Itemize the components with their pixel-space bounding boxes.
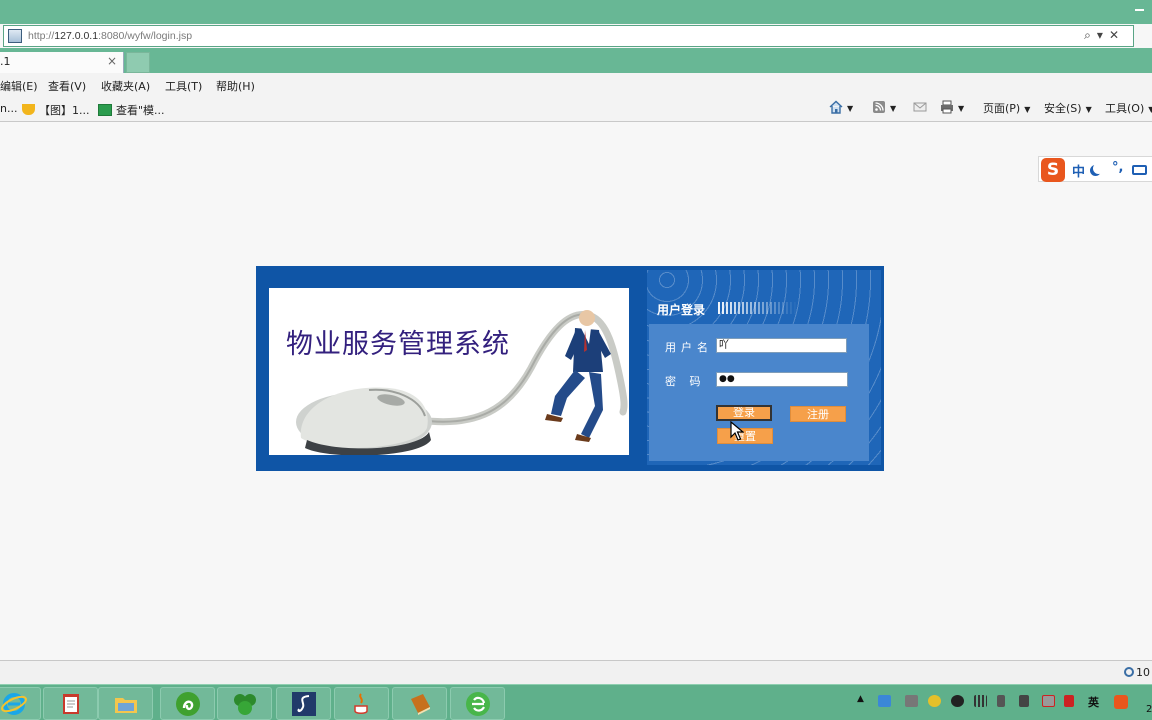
ie-icon [1, 693, 27, 715]
login-form-area: 用户登录 用户名 吖 密 码 ●● 登录 注册 重置 [647, 270, 881, 465]
page-menu-button[interactable]: 页面(P) ▼ [983, 100, 1030, 116]
print-button[interactable]: ▼ [940, 100, 964, 114]
form-title: 用户登录 [657, 303, 706, 317]
minimize-icon[interactable] [1135, 9, 1144, 11]
favorite-site-icon [98, 104, 112, 116]
taskbar-notepad-button[interactable] [43, 687, 98, 720]
mouse-illustration [296, 310, 628, 455]
tab-login[interactable]: .1 × [0, 52, 124, 73]
chat-icon[interactable] [878, 695, 891, 707]
safety-menu-button[interactable]: 安全(S) ▼ [1044, 100, 1092, 116]
clock[interactable]: 2 [1146, 704, 1152, 715]
folder-icon [115, 698, 137, 713]
signal-icon[interactable] [974, 695, 987, 707]
status-bar: 10 [0, 660, 1152, 684]
favorites-bar: n... 【图】1... 查看"模... [0, 96, 1152, 122]
ime-punctuation[interactable]: °, [1112, 160, 1123, 175]
tools-menu-button[interactable]: 工具(O) ▼ [1105, 100, 1152, 116]
chevron-down-icon[interactable]: ▼ [958, 104, 964, 113]
taskbar-book-button[interactable] [392, 687, 447, 720]
chevron-down-icon: ▼ [1085, 105, 1092, 114]
register-button[interactable]: 注册 [790, 406, 846, 422]
device-icon[interactable] [905, 695, 918, 707]
tab-close-icon[interactable]: × [107, 54, 117, 68]
menu-bar: 编辑(E) 查看(V) 收藏夹(A) 工具(T) 帮助(H) [0, 73, 1152, 96]
favorite-item-1[interactable]: n... [0, 102, 17, 115]
mail-icon [913, 102, 927, 112]
taskbar-dreamweaver-button[interactable] [160, 687, 215, 720]
menu-edit[interactable]: 编辑(E) [0, 78, 38, 94]
ime-language[interactable]: 中 [1072, 161, 1085, 180]
mouse-cursor-icon [730, 421, 744, 441]
address-url[interactable]: http://127.0.0.1:8080/wyfw/login.jsp [28, 30, 192, 42]
password-input[interactable]: ●● [716, 372, 848, 387]
tab-strip [0, 48, 1152, 73]
taskbar-sqlserver-button[interactable] [276, 687, 331, 720]
menu-tools[interactable]: 工具(T) [165, 78, 202, 94]
leaf-icon [234, 694, 256, 715]
close-icon[interactable]: ✕ [1109, 28, 1125, 42]
browser-title-bar [0, 0, 1152, 24]
chevron-down-icon[interactable]: ▼ [890, 104, 896, 113]
java-icon [354, 693, 368, 714]
qq-icon[interactable] [951, 695, 964, 707]
system-title: 物业服务管理系统 [286, 329, 510, 360]
title-stripes [718, 302, 798, 314]
moon-icon[interactable] [1093, 163, 1104, 174]
s-app-icon [292, 692, 316, 716]
menu-help[interactable]: 帮助(H) [216, 78, 255, 94]
zoom-level[interactable]: 10 [1124, 666, 1150, 679]
home-button[interactable]: ▼ [829, 100, 853, 114]
favorite-item-3[interactable]: 查看"模... [98, 102, 165, 118]
battery-icon[interactable] [997, 695, 1005, 707]
chevron-down-icon[interactable]: ▼ [847, 104, 853, 113]
password-label: 密 码 [665, 375, 706, 388]
browser-green-icon [466, 692, 490, 716]
login-banner: 物业服务管理系统 [269, 288, 629, 455]
ime-mode[interactable]: 英 [1088, 694, 1099, 710]
favorite-item-2[interactable]: 【图】1... [22, 102, 90, 118]
sogou-tray-icon[interactable] [1114, 695, 1128, 709]
chevron-down-icon: ▼ [1024, 105, 1031, 114]
username-label: 用户名 [665, 341, 713, 354]
app-green-icon [176, 692, 200, 716]
menu-view[interactable]: 查看(V) [48, 78, 86, 94]
notepad-icon [63, 694, 79, 714]
page-icon [8, 29, 22, 43]
zoom-icon [1124, 667, 1134, 677]
new-tab-button[interactable] [126, 52, 150, 73]
rss-icon [873, 101, 885, 113]
book-icon [411, 694, 430, 715]
address-tools: ⌕▾✕ [1084, 28, 1125, 43]
trophy-icon [22, 104, 35, 115]
chevron-down-icon: ▼ [1148, 105, 1152, 114]
flag-icon[interactable] [1064, 695, 1074, 707]
home-icon [829, 100, 843, 114]
read-mail-button[interactable] [913, 100, 927, 114]
username-input[interactable]: 吖 [716, 338, 847, 353]
taskbar-explorer-button[interactable] [98, 687, 153, 720]
login-form-box: 用户名 吖 密 码 ●● 登录 注册 重置 [649, 324, 869, 461]
taskbar-360-button[interactable] [217, 687, 272, 720]
keyboard-icon[interactable] [1132, 165, 1147, 175]
tray-expand-icon[interactable]: ▲ [857, 694, 864, 704]
taskbar-browser-button[interactable] [450, 687, 505, 720]
search-icon[interactable]: ⌕ [1084, 28, 1097, 42]
reset-button[interactable]: 重置 [717, 428, 773, 444]
feeds-button[interactable]: ▼ [872, 100, 896, 114]
taskbar-java-button[interactable] [334, 687, 389, 720]
shield-plus-icon[interactable] [928, 695, 941, 707]
login-panel: 物业服务管理系统 用户登录 用户名 吖 密 码 ●● 登录 注册 重置 [256, 266, 884, 471]
network-error-icon[interactable] [1042, 695, 1055, 707]
login-button[interactable]: 登录 [716, 405, 772, 421]
printer-icon [941, 100, 953, 114]
tab-title: .1 [0, 55, 11, 68]
sogou-logo-icon[interactable]: S [1041, 158, 1065, 182]
taskbar-ie-button[interactable] [0, 687, 41, 720]
address-bar[interactable]: http://127.0.0.1:8080/wyfw/login.jsp ⌕▾✕ [3, 25, 1134, 47]
volume-icon[interactable] [1019, 695, 1029, 707]
menu-favorites[interactable]: 收藏夹(A) [101, 78, 150, 94]
ime-toolbar[interactable]: S 中 °, [1038, 156, 1152, 182]
dropdown-icon[interactable]: ▾ [1097, 28, 1109, 42]
